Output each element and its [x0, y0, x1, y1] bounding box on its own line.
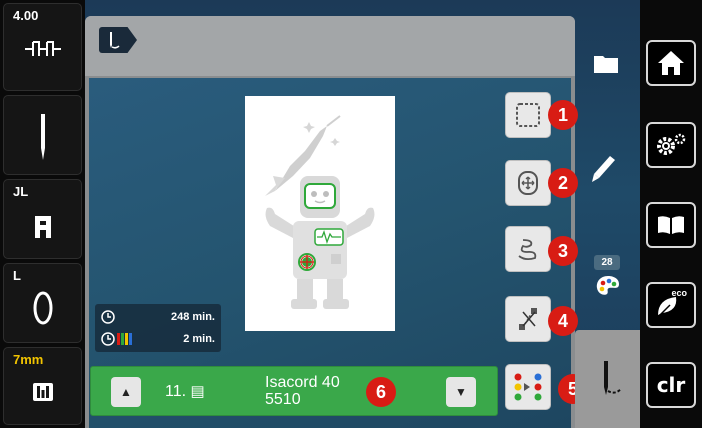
stitch-length-value: 4.00: [13, 8, 39, 23]
eco-label: eco: [671, 288, 687, 298]
spool-icon: ▤: [190, 383, 205, 400]
needle-mode-icon: [110, 32, 120, 49]
cutting-button[interactable]: [505, 296, 551, 342]
thread-name: Isacord 40 5510: [265, 374, 340, 408]
clock-icon: [101, 310, 115, 324]
cutting-icon: [519, 308, 537, 330]
embroidery-screen: 4.00 JL L 7mm 248 min. 2 min. ▲ 11. ▤ Is…: [0, 0, 702, 428]
stitch-path-button[interactable]: [505, 226, 551, 272]
stitch-path-icon: [518, 239, 537, 261]
right-system-panel: eco clr: [640, 0, 702, 428]
arrow-down-icon: ▼: [455, 385, 467, 399]
needle-stitch-icon: [603, 361, 622, 395]
left-status-panel: 4.00 JL L 7mm: [0, 0, 85, 428]
stitch-plate-box[interactable]: L: [3, 263, 82, 343]
pencil-icon[interactable]: [590, 154, 616, 189]
color-bars-icon: [117, 333, 132, 345]
frame-select-button[interactable]: [505, 92, 551, 138]
color-sequence-icon: [514, 373, 542, 401]
move-center-icon: [518, 171, 538, 195]
stitch-length-box[interactable]: 4.00: [3, 3, 82, 91]
needle-position-box[interactable]: 7mm: [3, 347, 82, 425]
stitch-plate-label: L: [13, 268, 21, 283]
tool-badge-4: 4: [548, 306, 578, 336]
clear-button[interactable]: clr: [646, 362, 696, 408]
thread-brand: Isacord 40: [265, 374, 340, 391]
panel-header: [85, 16, 575, 76]
tool-badge-2: 2: [548, 168, 578, 198]
eco-button[interactable]: eco: [646, 282, 696, 328]
tool-badge-1: 1: [548, 100, 578, 130]
total-time-value: 248 min.: [170, 311, 215, 323]
home-icon: [658, 51, 684, 75]
settings-button[interactable]: [646, 122, 696, 168]
clr-label: clr: [656, 373, 686, 397]
needle-box[interactable]: [3, 95, 82, 175]
book-icon: [658, 216, 684, 234]
thread-badge: 6: [366, 377, 396, 407]
total-time-row: 248 min.: [101, 310, 215, 324]
home-button[interactable]: [646, 40, 696, 86]
move-center-button[interactable]: [505, 160, 551, 206]
size-label: 7mm: [13, 352, 44, 367]
presser-foot-box[interactable]: JL: [3, 179, 82, 259]
presser-foot-icon: [4, 214, 81, 240]
palette-icon[interactable]: [595, 274, 621, 303]
arrow-up-icon: ▲: [120, 385, 132, 399]
previous-color-button[interactable]: ▲: [111, 377, 141, 407]
color-sequence-button[interactable]: [505, 364, 551, 410]
needle-icon: [4, 112, 81, 162]
stitch-length-icon: [4, 36, 81, 62]
thread-number: 5510: [265, 391, 301, 408]
color-count-badge: 28: [594, 255, 620, 270]
thread-color-index: 11. ▤: [165, 383, 205, 400]
frame-select-icon: [516, 103, 540, 127]
presser-foot-label: JL: [13, 184, 29, 199]
main-area: 248 min. 2 min. ▲ 11. ▤ Isacord 40 5510 …: [85, 0, 642, 428]
tutorial-button[interactable]: [646, 202, 696, 248]
needle-position-icon: [4, 382, 81, 402]
color-time-row: 2 min.: [101, 332, 215, 346]
tool-badge-3: 3: [548, 236, 578, 266]
next-color-button[interactable]: ▼: [446, 377, 476, 407]
folder-icon[interactable]: [593, 52, 619, 79]
time-info-box: 248 min. 2 min.: [95, 304, 221, 352]
color-time-value: 2 min.: [183, 333, 215, 345]
gear-icon: [657, 133, 686, 155]
robot-design: [265, 115, 375, 309]
stitchout-button[interactable]: [575, 330, 640, 428]
stitch-plate-icon: [4, 288, 81, 328]
hoop-area[interactable]: [245, 96, 395, 331]
thread-color-bar[interactable]: ▲ 11. ▤ Isacord 40 5510 6 ▼: [90, 366, 498, 416]
clock-icon: [101, 332, 115, 346]
